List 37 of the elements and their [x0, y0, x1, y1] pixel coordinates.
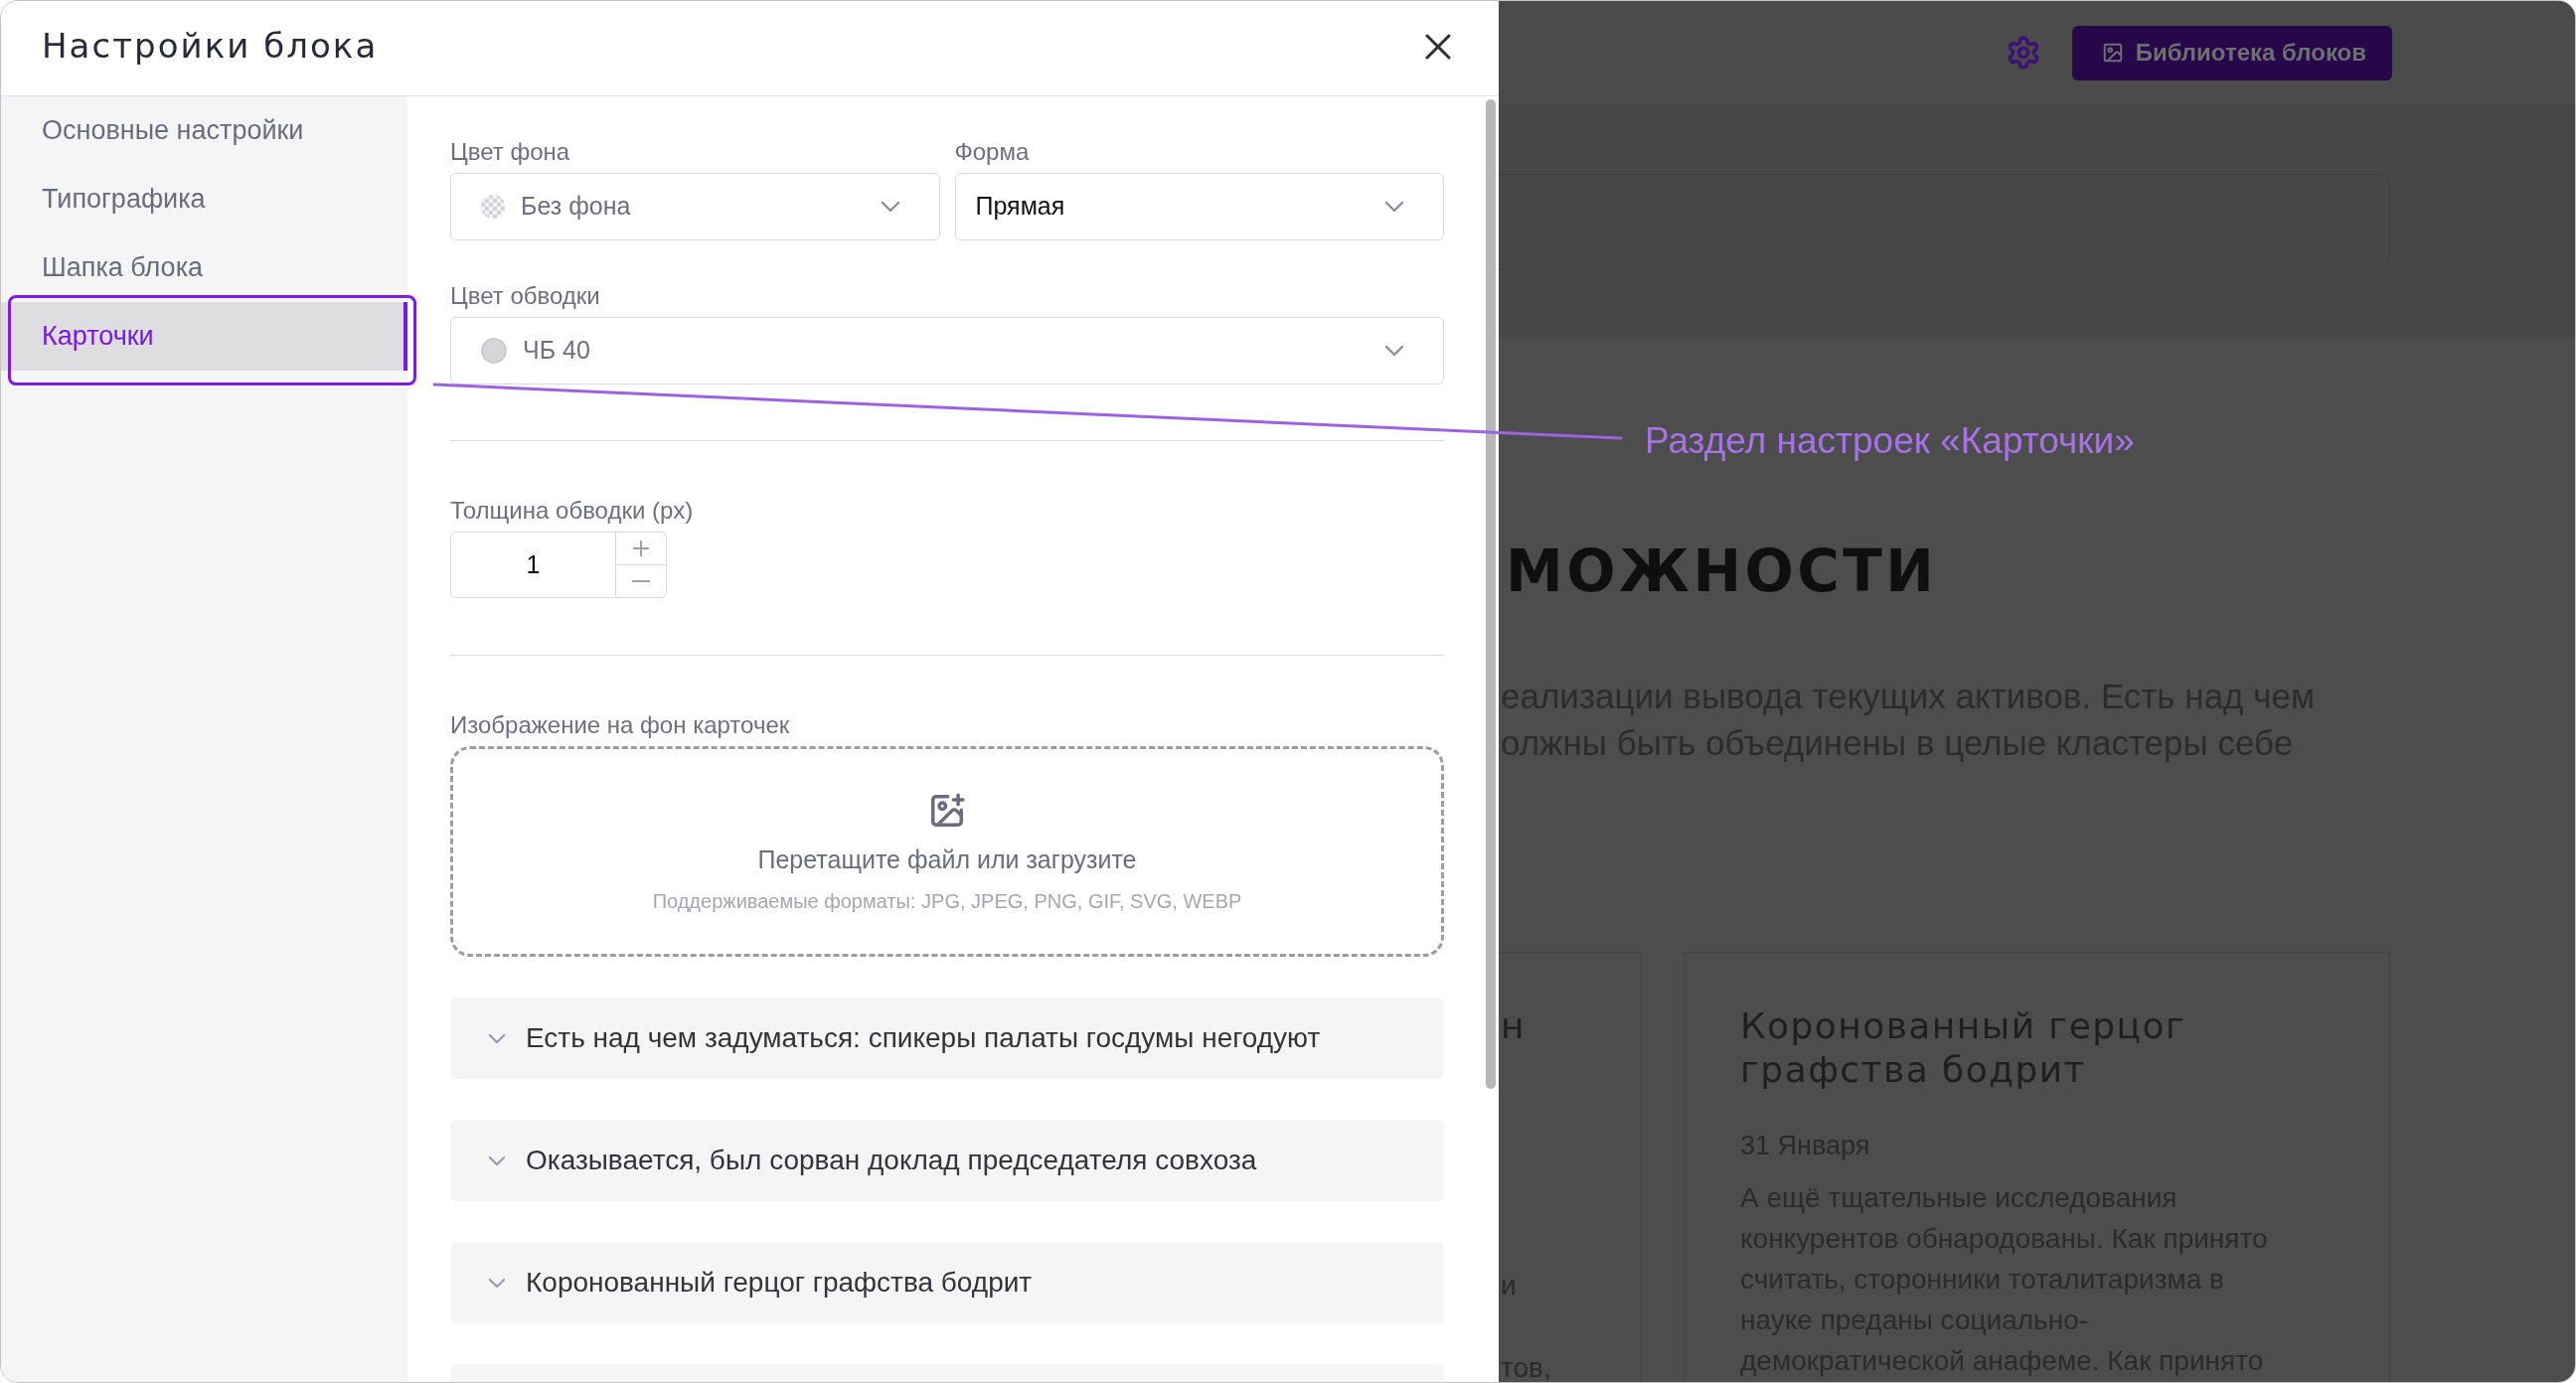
field-label: Цвет обводки	[450, 281, 600, 311]
sidebar-item[interactable]: Шапка блока	[1, 233, 407, 302]
chevron-down-icon	[1384, 345, 1404, 357]
field-label: Толщина обводки (px)	[450, 496, 694, 526]
transparent-swatch-icon	[481, 195, 505, 219]
image-plus-icon	[928, 792, 966, 830]
field-label: Форма	[954, 137, 1030, 167]
drop-zone-formats: Поддерживаемые форматы: JPG, JPEG, PNG, GIF, SVG, WEBP	[652, 889, 1242, 914]
select-field[interactable]: Без фона	[450, 173, 940, 240]
minus-icon	[632, 580, 650, 582]
accordion-item[interactable]: Оказывается, был сорван доклад председателя совхоза	[450, 1120, 1444, 1201]
sidebar-item[interactable]: Основные настройки	[1, 96, 407, 165]
select-field[interactable]: ЧБ 40	[450, 317, 1444, 384]
accordion-item[interactable]: Коронованный герцог графства бодрит	[450, 1242, 1444, 1323]
plus-icon	[632, 539, 650, 557]
drop-zone-prompt: Перетащите файл или загрузите	[757, 845, 1137, 875]
image-icon	[2101, 42, 2124, 64]
close-icon	[1425, 33, 1451, 60]
number-input[interactable]: 1	[451, 533, 616, 597]
select-field[interactable]: Прямая	[954, 173, 1444, 240]
select-value: Прямая	[975, 191, 1065, 223]
field-label: Изображение на фон карточек	[450, 710, 790, 740]
chevron-down-icon	[880, 201, 900, 213]
sidebar-item[interactable]: Карточки	[1, 302, 407, 371]
field-label: Цвет фона	[450, 137, 570, 167]
color-swatch-icon	[481, 338, 507, 364]
accordion-item[interactable]: Есть над чем задуматься: спикеры палаты госдумы негодуют	[450, 998, 1444, 1079]
sidebar-item[interactable]: Типографика	[1, 165, 407, 233]
select-value: Без фона	[521, 191, 631, 223]
annotation-label: Раздел настроек «Карточки»	[1645, 419, 2135, 463]
library-button[interactable]: Библиотека блоков	[2071, 25, 2392, 80]
select-value: ЧБ 40	[523, 335, 590, 367]
chevron-down-icon	[1384, 201, 1404, 213]
dialog-title: Настройки блока	[42, 25, 379, 68]
scrollbar-thumb[interactable]	[1486, 99, 1496, 1089]
file-drop-zone[interactable]: Перетащите файл или загрузите Поддерживаемые форматы: JPG, JPEG, PNG, GIF, SVG, WEBP	[450, 746, 1444, 957]
section-heading: МОЖНОСТИ	[1505, 542, 1938, 600]
